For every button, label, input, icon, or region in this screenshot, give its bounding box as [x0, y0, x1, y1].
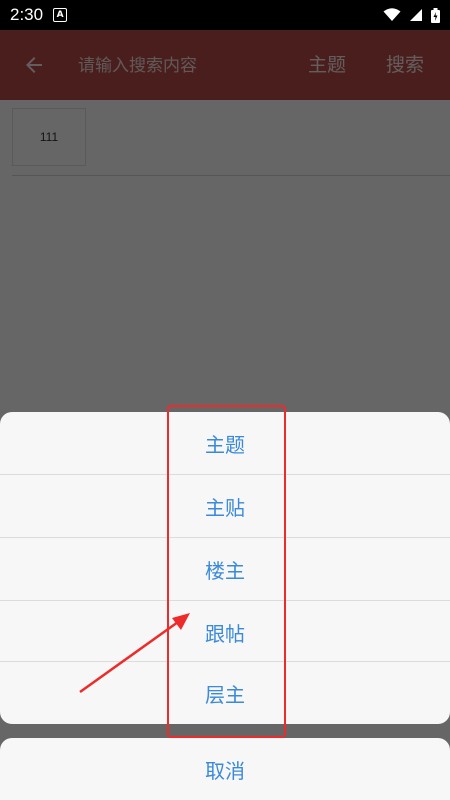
status-time: 2:30 — [10, 5, 44, 24]
signal-icon — [410, 9, 422, 21]
annotation-highlight-box — [167, 405, 286, 738]
battery-icon — [431, 7, 440, 23]
status-icons — [383, 7, 440, 23]
cancel-button[interactable]: 取消 — [0, 738, 450, 800]
status-bar: 2:30 A — [0, 0, 450, 30]
app-notification-icon: A — [53, 8, 68, 22]
wifi-icon — [383, 8, 401, 21]
